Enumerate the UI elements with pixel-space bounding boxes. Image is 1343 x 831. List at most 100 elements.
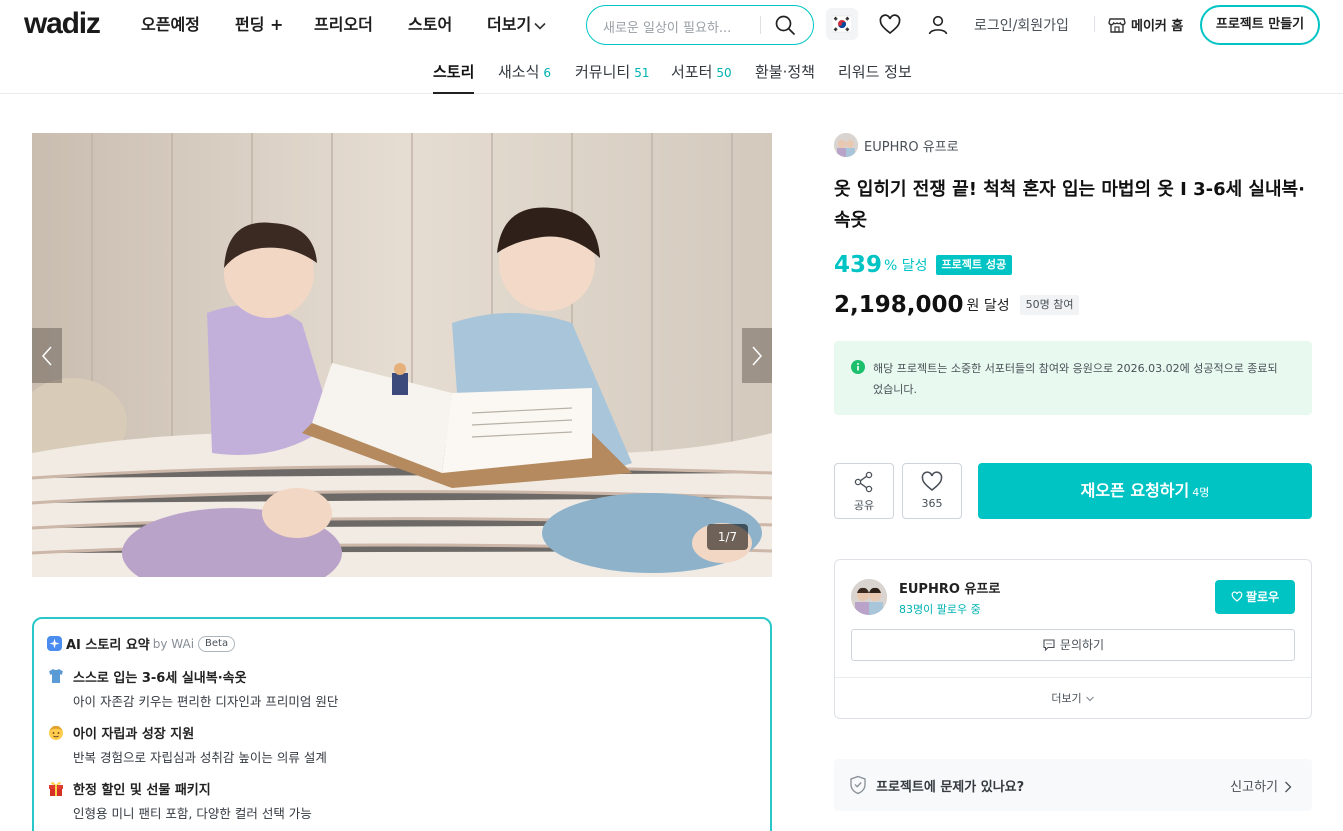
like-count: 365	[921, 497, 943, 510]
ai-item-desc: 인형용 미니 팬티 포함, 다양한 컬러 선택 가능	[73, 806, 312, 821]
search-input[interactable]: 새로운 일상이 필요하...	[603, 17, 731, 36]
tab-count: 6	[543, 66, 552, 80]
tab-label: 새소식	[498, 63, 540, 81]
chevron-right-icon	[1285, 781, 1292, 792]
sparkle-icon	[47, 636, 62, 651]
nav-coming-soon[interactable]: 오픈예정	[141, 15, 200, 35]
nav-more-label: 더보기	[487, 15, 532, 34]
nav-more[interactable]: 더보기	[487, 15, 547, 35]
maker-link[interactable]: EUPHRO 유프로	[834, 133, 959, 157]
login-link[interactable]: 로그인/회원가입	[974, 15, 1069, 35]
report-link-label: 신고하기	[1230, 780, 1278, 795]
report-question: 프로젝트에 문제가 있나요?	[876, 780, 1025, 795]
ai-item-title: 한정 할인 및 선물 패키지	[73, 783, 211, 798]
share-icon	[854, 471, 873, 493]
chat-icon	[1043, 638, 1055, 651]
header-divider	[1094, 16, 1095, 32]
tab-label: 커뮤니티	[575, 63, 631, 81]
ai-item-desc: 반복 경험으로 자립심과 성취감 높이는 의류 설계	[73, 750, 327, 765]
ai-summary-header: AI 스토리 요약 by WAi Beta	[47, 633, 236, 653]
top-header: wadiz 오픈예정 펀딩 + 프리오더 스토어 더보기 새로운 일상이 필요하…	[0, 0, 1343, 50]
korea-flag-icon	[832, 15, 852, 33]
share-button[interactable]: 공유	[834, 463, 894, 519]
inquiry-button[interactable]: 문의하기	[851, 629, 1295, 661]
maker-card-avatar[interactable]	[851, 579, 887, 615]
success-badge: 프로젝트 성공	[935, 255, 1013, 275]
ai-item-desc: 아이 자존감 키우는 편리한 디자인과 프리미엄 원단	[73, 694, 339, 709]
maker-card-name[interactable]: EUPHRO 유프로	[899, 578, 1000, 597]
chevron-left-icon	[41, 346, 52, 366]
card-divider	[835, 677, 1311, 678]
project-image-gallery[interactable]: 1/7	[32, 133, 772, 577]
share-label: 공유	[853, 499, 875, 512]
heart-icon	[921, 471, 943, 491]
maker-home-label: 메이커 홈	[1131, 19, 1184, 34]
maker-card: EUPHRO 유프로 83명이 팔로우 중 팔로우 문의하기 더보기	[834, 559, 1312, 719]
gift-icon	[49, 781, 63, 796]
percent-value: 439	[834, 252, 883, 278]
project-tabs: 스토리 새소식 6 커뮤니티 51 서포터 50 환불·정책 리워드 정보	[0, 50, 1343, 94]
tab-label: 환불·정책	[755, 63, 815, 81]
tab-label: 스토리	[433, 63, 475, 81]
maker-card-more[interactable]: 더보기	[835, 690, 1311, 706]
maker-avatar	[834, 133, 858, 157]
funding-amount: 2,198,000 원 달성 50명 참여	[834, 292, 1080, 318]
search-icon[interactable]	[773, 13, 797, 37]
tab-supporters[interactable]: 서포터 50	[671, 62, 732, 83]
like-button[interactable]: 365	[902, 463, 962, 519]
inquiry-label: 문의하기	[1059, 638, 1105, 652]
info-icon	[851, 360, 865, 374]
reopen-request-button[interactable]: 재오픈 요청하기 4명	[978, 463, 1312, 519]
tab-news[interactable]: 새소식 6	[498, 62, 551, 83]
amount-value: 2,198,000	[834, 292, 964, 318]
project-ended-notice: 해당 프로젝트는 소중한 서포터들의 참여와 응원으로 2026.03.02에 …	[834, 341, 1312, 415]
reopen-label: 재오픈 요청하기	[1080, 481, 1190, 500]
chevron-right-icon	[752, 346, 763, 366]
tab-reward-info[interactable]: 리워드 정보	[838, 62, 912, 82]
shirt-icon	[49, 669, 63, 683]
beta-badge: Beta	[198, 635, 236, 652]
heart-icon	[1231, 591, 1243, 602]
follow-label: 팔로우	[1245, 590, 1280, 604]
store-icon	[1108, 17, 1126, 33]
gallery-next-button[interactable]	[742, 328, 772, 383]
search-box[interactable]: 새로운 일상이 필요하...	[586, 5, 814, 45]
maker-card-followers: 83명이 팔로우 중	[899, 603, 981, 616]
heart-icon[interactable]	[878, 13, 902, 37]
maker-home-link[interactable]: 메이커 홈	[1107, 14, 1183, 35]
achievement-rate: 439% 달성 프로젝트 성공	[834, 252, 1013, 278]
create-project-button[interactable]: 프로젝트 만들기	[1200, 5, 1320, 45]
shield-icon	[850, 775, 866, 795]
gallery-prev-button[interactable]	[32, 328, 62, 383]
amount-unit: 원 달성	[966, 298, 1010, 314]
nav-preorder[interactable]: 프리오더	[314, 15, 373, 35]
search-divider	[760, 16, 761, 34]
gallery-pager: 1/7	[707, 524, 748, 550]
follow-button[interactable]: 팔로우	[1215, 580, 1295, 614]
report-link[interactable]: 신고하기	[1230, 776, 1292, 795]
reopen-count: 4명	[1192, 486, 1210, 499]
nav-store[interactable]: 스토어	[408, 15, 452, 35]
tab-refund-policy[interactable]: 환불·정책	[755, 62, 815, 82]
ai-summary-title: AI 스토리 요약	[66, 638, 150, 653]
wadiz-logo[interactable]: wadiz	[24, 9, 101, 39]
user-icon[interactable]	[926, 13, 950, 37]
project-title: 옷 입히기 전쟁 끝! 척척 혼자 입는 마법의 옷 I 3-6세 실내복·속옷	[834, 179, 1305, 231]
more-label: 더보기	[1051, 692, 1082, 705]
tab-community[interactable]: 커뮤니티 51	[575, 62, 649, 83]
nav-funding[interactable]: 펀딩 +	[235, 15, 283, 35]
chevron-down-icon	[534, 22, 546, 30]
report-banner: 프로젝트에 문제가 있나요? 신고하기	[834, 759, 1312, 811]
ai-item-title: 스스로 입는 3-6세 실내복·속옷	[73, 671, 247, 686]
child-face-icon	[49, 725, 63, 740]
percent-unit: % 달성	[884, 258, 928, 274]
language-flag-button[interactable]	[826, 8, 858, 40]
ai-story-summary: AI 스토리 요약 by WAi Beta 스스로 입는 3-6세 실내복·속옷 아…	[32, 617, 772, 831]
maker-name: EUPHRO 유프로	[864, 139, 959, 155]
chevron-down-icon	[1085, 696, 1094, 702]
product-photo	[32, 133, 772, 577]
tab-count: 50	[716, 66, 732, 80]
notice-text: 해당 프로젝트는 소중한 서포터들의 참여와 응원으로 2026.03.02에 …	[873, 362, 1278, 396]
tab-story[interactable]: 스토리	[433, 62, 475, 94]
participants-badge: 50명 참여	[1019, 295, 1080, 315]
